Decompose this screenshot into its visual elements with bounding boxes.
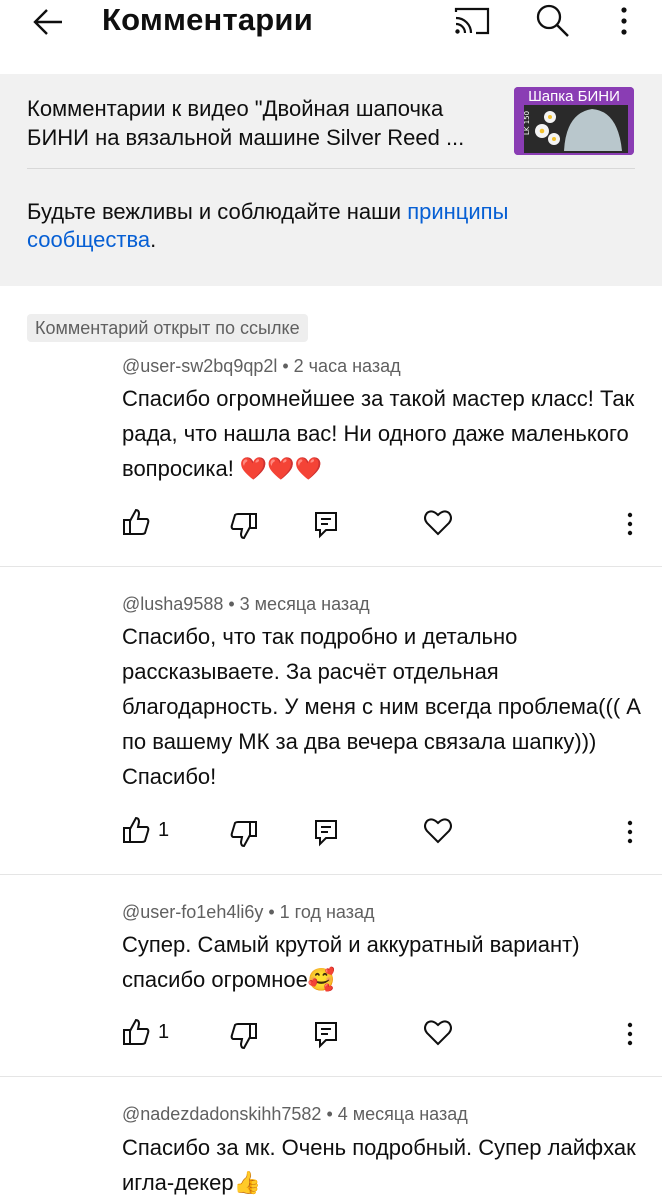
cast-icon[interactable] <box>452 4 492 38</box>
comment-time: 2 часа назад <box>293 356 401 376</box>
community-guidelines-text: Будьте вежливы и соблюдайте наши принцип… <box>27 198 627 254</box>
reply-icon[interactable] <box>310 508 342 540</box>
comment-text: Спасибо за мк. Очень подробный. Супер ла… <box>122 1135 636 1195</box>
comment-time: 1 год назад <box>279 902 375 922</box>
dislike-icon[interactable] <box>228 818 260 850</box>
more-vertical-icon[interactable] <box>614 508 646 540</box>
comment-meta: @nadezdadonskihh7582 • 4 месяца назад <box>122 1104 468 1124</box>
search-icon[interactable] <box>534 2 572 40</box>
reply-icon[interactable] <box>310 816 342 848</box>
linked-comment-badge: Комментарий открыт по ссылке <box>27 314 308 342</box>
comment-divider <box>0 1076 662 1077</box>
thumbnail-label: Шапка БИНИ <box>528 88 620 105</box>
comment-author[interactable]: @user-sw2bq9qp2l <box>122 356 277 376</box>
like-count: 1 <box>158 819 170 841</box>
like-icon[interactable] <box>120 506 152 538</box>
comment-text: Спасибо огромнейшее за такой мастер клас… <box>122 386 635 481</box>
heart-icon[interactable] <box>422 1016 454 1048</box>
reply-icon[interactable] <box>310 1018 342 1050</box>
top-app-bar: Комментарии <box>0 0 662 74</box>
comment-author[interactable]: @nadezdadonskihh7582 <box>122 1104 321 1124</box>
thumbnail-side-text: LK 150 <box>523 111 531 135</box>
dislike-icon[interactable] <box>228 510 260 542</box>
comment-divider <box>0 566 662 567</box>
comment-meta: @user-sw2bq9qp2l • 2 часа назад <box>122 356 401 376</box>
rules-suffix: . <box>150 227 157 252</box>
comment-divider <box>0 874 662 875</box>
comment-author[interactable]: @lusha9588 <box>122 594 223 614</box>
arrow-back-icon[interactable] <box>28 4 68 40</box>
heart-icon[interactable] <box>422 506 454 538</box>
comment-meta: @lusha9588 • 3 месяца назад <box>122 594 370 614</box>
more-vertical-icon[interactable] <box>610 4 638 38</box>
video-title[interactable]: Комментарии к видео "Двойная шапочка БИН… <box>27 94 497 152</box>
dislike-icon[interactable] <box>228 1020 260 1052</box>
comment-text: Супер. Самый крутой и аккуратный вариант… <box>122 932 580 992</box>
like-icon[interactable] <box>120 814 152 846</box>
heart-icon[interactable] <box>422 814 454 846</box>
video-thumbnail[interactable]: LK 150 Шапка БИНИ <box>514 87 634 155</box>
comment-text: Спасибо, что так подробно и детально рас… <box>122 624 641 789</box>
comment-author[interactable]: @user-fo1eh4li6y <box>122 902 263 922</box>
header-divider <box>27 168 635 169</box>
more-vertical-icon[interactable] <box>614 816 646 848</box>
comment-time: 3 месяца назад <box>239 594 370 614</box>
rules-prefix: Будьте вежливы и соблюдайте наши <box>27 199 408 224</box>
comment-meta: @user-fo1eh4li6y • 1 год назад <box>122 902 375 922</box>
more-vertical-icon[interactable] <box>614 1018 646 1050</box>
page-title: Комментарии <box>102 2 313 37</box>
comment-time: 4 месяца назад <box>337 1104 468 1124</box>
like-icon[interactable] <box>120 1016 152 1048</box>
like-count: 1 <box>158 1021 170 1043</box>
video-info-header: Комментарии к видео "Двойная шапочка БИН… <box>0 74 662 286</box>
